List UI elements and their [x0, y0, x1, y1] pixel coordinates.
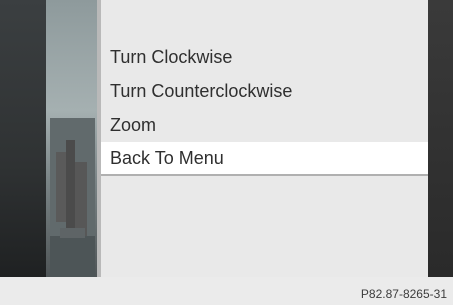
- figure-reference-code: P82.87-8265-31: [360, 287, 447, 301]
- menu-item-label: Back To Menu: [110, 148, 224, 168]
- context-menu: Turn Clockwise Turn Counterclockwise Zoo…: [101, 40, 428, 176]
- building-silhouette-image: [50, 118, 95, 277]
- menu-item-turn-counterclockwise[interactable]: Turn Counterclockwise: [101, 74, 428, 108]
- menu-item-label: Turn Counterclockwise: [110, 81, 293, 101]
- display-frame: Turn Clockwise Turn Counterclockwise Zoo…: [0, 0, 453, 277]
- menu-item-label: Zoom: [110, 115, 157, 135]
- right-dark-strip: [428, 0, 453, 277]
- menu-item-label: Turn Clockwise: [110, 47, 233, 67]
- menu-item-turn-clockwise[interactable]: Turn Clockwise: [101, 40, 428, 74]
- menu-item-back-to-menu[interactable]: Back To Menu: [101, 142, 428, 176]
- left-dark-strip: [0, 0, 46, 277]
- menu-item-zoom[interactable]: Zoom: [101, 108, 428, 142]
